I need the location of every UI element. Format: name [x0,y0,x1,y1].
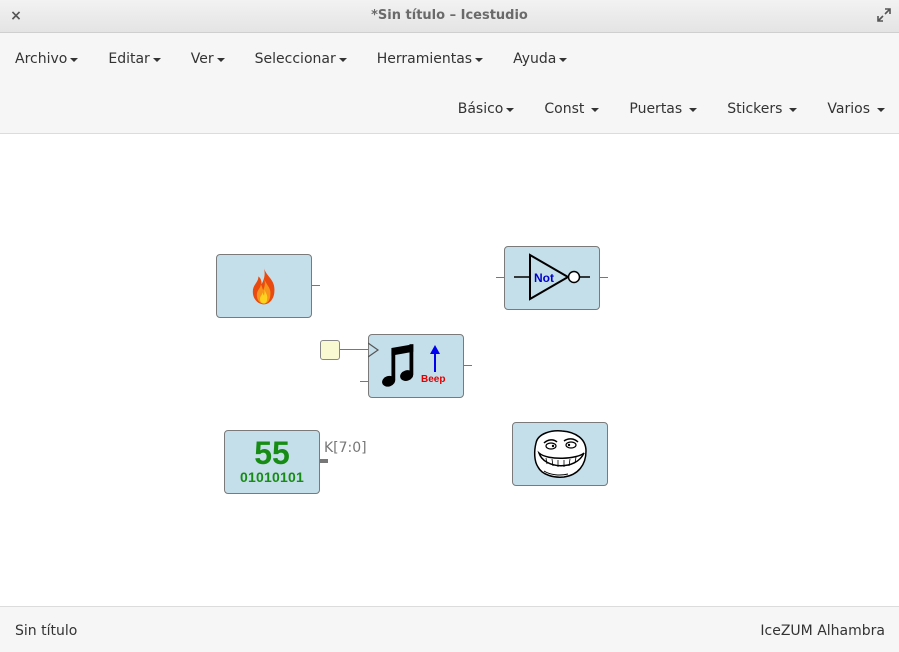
not-input-wire [496,277,504,278]
menu-stickers[interactable]: Stickers [727,101,798,117]
up-arrow-icon [430,345,440,372]
menu-label: Editar [108,51,150,67]
menu-ayuda[interactable]: Ayuda [513,51,568,67]
music-note-icon [382,344,414,387]
menu-label: Varios [827,101,870,117]
menu-basico[interactable]: Básico [458,101,515,117]
menu-label: Const [544,101,585,117]
constant-output-label: K[7:0] [324,440,367,456]
input-pin[interactable] [320,340,340,360]
menu-bar: Archivo Editar Ver Seleccionar Herramien… [0,33,899,134]
menu-label: Ver [190,51,214,67]
window-title: *Sin título – Icestudio [371,8,528,23]
caret-down-icon [70,58,79,62]
troll-sticker-block[interactable] [512,422,608,486]
constant-binary: 01010101 [240,469,304,485]
caret-down-icon [591,108,600,112]
blocks-menu: Básico Const Puertas Stickers Varios [428,97,885,121]
constant-output-port[interactable] [320,459,328,463]
menu-seleccionar[interactable]: Seleccionar [255,51,347,67]
troll-face-icon [533,430,587,478]
menu-varios[interactable]: Varios [827,101,885,117]
menu-ver[interactable]: Ver [191,51,225,67]
menu-puertas[interactable]: Puertas [629,101,698,117]
caret-down-icon [506,108,515,112]
beep-label: Beep [421,374,446,385]
menu-const[interactable]: Const [544,101,600,117]
menu-label: Archivo [15,51,68,67]
fire-icon [252,268,275,305]
status-bar: Sin título IceZUM Alhambra [0,606,899,652]
beep-input-wire-2 [360,381,368,382]
file-name-status: Sin título [15,623,78,639]
caret-down-icon [877,108,885,112]
caret-down-icon [559,58,568,62]
caret-down-icon [789,108,798,112]
caret-down-icon [152,58,161,62]
caret-down-icon [338,58,347,62]
menu-archivo[interactable]: Archivo [15,51,79,67]
not-gate-block[interactable]: Not [504,246,600,310]
menu-editar[interactable]: Editar [108,51,161,67]
constant-value: 55 [254,435,290,471]
fire-block[interactable] [216,254,312,318]
menu-label: Stickers [727,101,783,117]
title-bar: × *Sin título – Icestudio [0,0,899,33]
beep-block[interactable]: Beep [368,334,464,398]
maximize-icon[interactable] [877,8,891,22]
menu-label: Básico [457,101,504,117]
not-gate-label: Not [534,271,554,285]
clock-input-marker [368,342,380,358]
constant-block[interactable]: 55 01010101 [224,430,320,494]
menu-label: Ayuda [513,51,557,67]
caret-down-icon [216,58,225,62]
design-canvas[interactable]: Not Beep 55 01010101 K[7:0] [0,134,899,606]
menu-label: Seleccionar [254,51,336,67]
menu-herramientas[interactable]: Herramientas [376,51,484,67]
caret-down-icon [475,58,484,62]
board-name-status[interactable]: IceZUM Alhambra [760,623,885,639]
beep-output-wire [464,365,472,366]
fire-output-wire [312,285,320,286]
menu-label: Puertas [629,101,683,117]
not-output-wire [600,277,608,278]
caret-down-icon [689,108,698,112]
menu-label: Herramientas [376,51,473,67]
main-menu: Archivo Editar Ver Seleccionar Herramien… [15,47,597,71]
beep-input-wire [340,349,368,350]
